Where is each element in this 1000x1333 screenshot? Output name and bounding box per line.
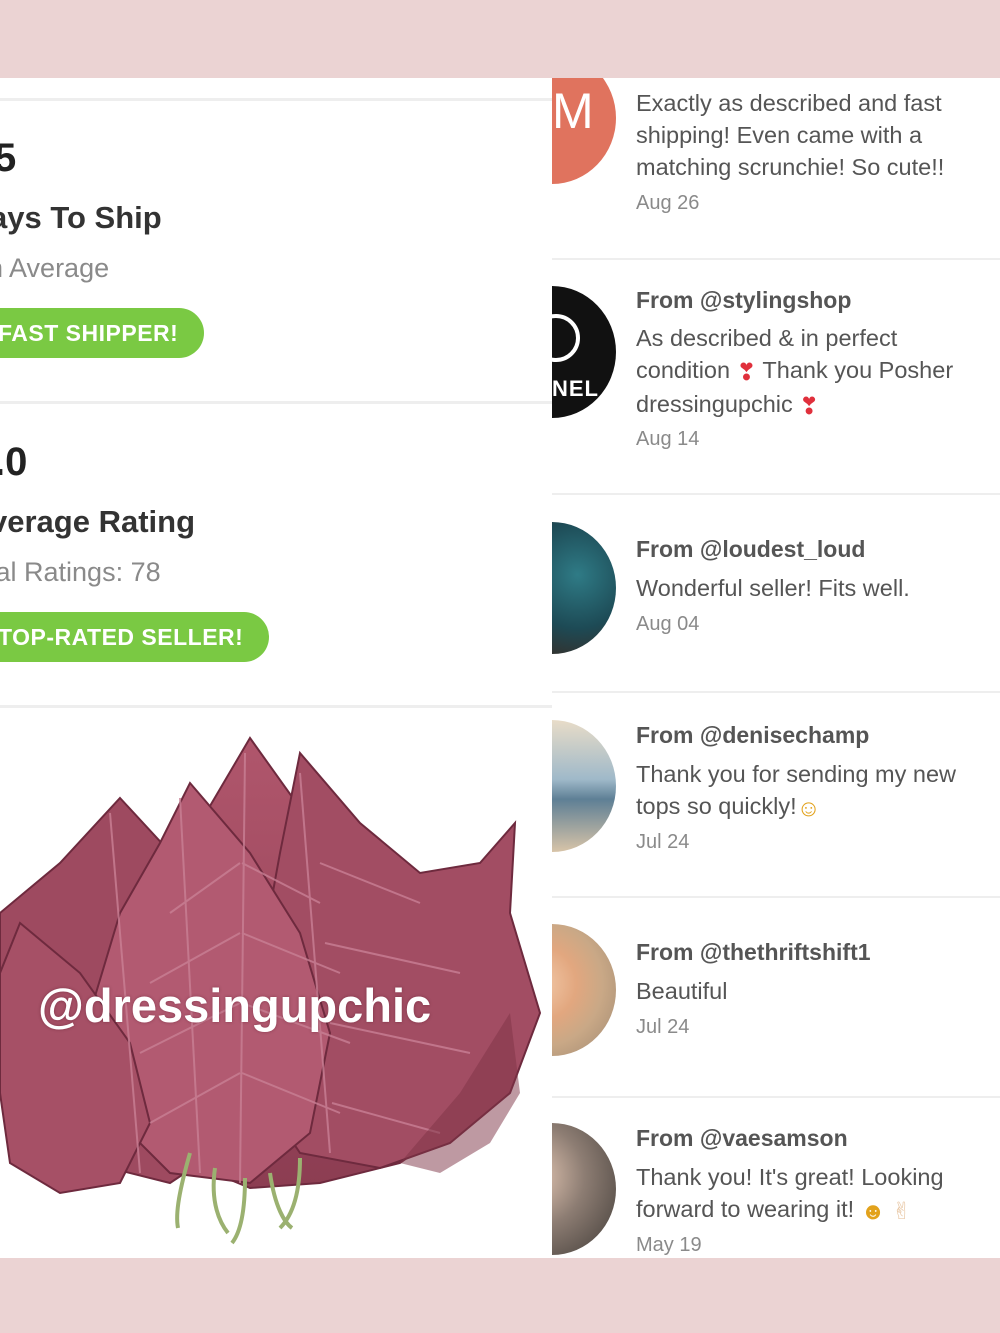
review-date: Aug 04 bbox=[636, 613, 700, 635]
review-text: Beautiful bbox=[636, 978, 728, 1004]
heart-exclamation-icon: ❣ bbox=[799, 392, 819, 419]
divider bbox=[0, 401, 552, 404]
bottom-frame-border bbox=[0, 1258, 1000, 1333]
avatar[interactable]: NEL bbox=[552, 286, 616, 418]
review-author[interactable]: From @stylingshop bbox=[636, 287, 851, 314]
divider bbox=[552, 1096, 1000, 1098]
top-rated-seller-badge: TOP-RATED SELLER! bbox=[0, 612, 270, 662]
seller-stats-panel: 5 ays To Ship n Average FAST SHIPPER! .0… bbox=[0, 78, 552, 1258]
divider bbox=[552, 493, 1000, 495]
avatar[interactable]: M bbox=[552, 78, 616, 184]
review-text: As described & in perfect condition ❣ Th… bbox=[636, 322, 991, 422]
review-text: Wonderful seller! Fits well. bbox=[636, 575, 910, 601]
review-author[interactable]: From @denisechamp bbox=[636, 722, 869, 749]
smiling-face-icon: ☺ bbox=[796, 794, 821, 821]
review-text: Thank you! It's great! Looking forward t… bbox=[636, 1161, 991, 1227]
divider bbox=[0, 705, 552, 708]
days-to-ship-number: 5 bbox=[0, 136, 17, 180]
review-author[interactable]: From @loudest_loud bbox=[636, 536, 865, 563]
avatar-text: NEL bbox=[552, 376, 599, 401]
heart-exclamation-icon: ❣ bbox=[736, 358, 757, 385]
review-date: May 19 bbox=[636, 1234, 702, 1256]
fast-shipper-badge: FAST SHIPPER! bbox=[0, 308, 205, 358]
review-author[interactable]: From @thethriftshift1 bbox=[636, 939, 871, 966]
review-date: Jul 24 bbox=[636, 831, 690, 853]
review-date: Aug 14 bbox=[636, 428, 700, 450]
avatar[interactable] bbox=[552, 522, 616, 654]
avatar-initial: M bbox=[552, 83, 594, 139]
review-date: Jul 24 bbox=[636, 1016, 690, 1038]
avatar[interactable] bbox=[552, 924, 616, 1056]
divider bbox=[552, 258, 1000, 260]
review-text: Exactly as described and fast shipping! … bbox=[636, 90, 945, 180]
days-to-ship-subtitle: n Average bbox=[0, 253, 110, 283]
average-rating-title: verage Rating bbox=[0, 504, 196, 539]
grinning-face-icon: ☻ bbox=[860, 1197, 886, 1224]
leaf-image: @dressingupchic bbox=[0, 713, 552, 1258]
total-ratings-label: tal Ratings: 78 bbox=[0, 557, 161, 587]
review-author[interactable]: From @vaesamson bbox=[636, 1125, 848, 1152]
average-rating-number: .0 bbox=[0, 440, 28, 484]
days-to-ship-title: ays To Ship bbox=[0, 200, 162, 235]
avatar[interactable] bbox=[552, 1123, 616, 1255]
top-frame-border bbox=[0, 0, 1000, 78]
review-date: Aug 26 bbox=[636, 192, 700, 214]
divider bbox=[0, 98, 552, 101]
reviews-panel: M Exactly as described and fast shipping… bbox=[552, 78, 1000, 1258]
divider bbox=[552, 896, 1000, 898]
divider bbox=[552, 691, 1000, 693]
avatar[interactable] bbox=[552, 720, 616, 852]
rock-hand-icon: ✌ bbox=[891, 1197, 912, 1224]
review-text: Thank you for sending my new tops so qui… bbox=[636, 758, 991, 824]
watermark-handle: @dressingupchic bbox=[38, 979, 432, 1032]
